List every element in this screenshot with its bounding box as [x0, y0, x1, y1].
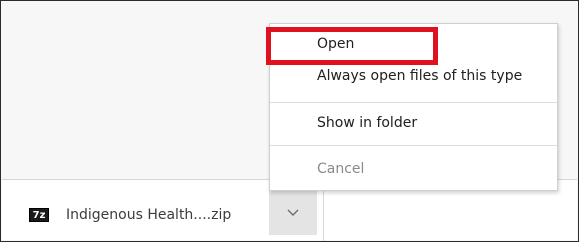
menu-item-cancel: Cancel	[317, 161, 365, 177]
menu-separator	[270, 145, 557, 146]
download-shelf-window: 7z Indigenous Health....zip Open Always …	[0, 0, 579, 242]
menu-separator	[270, 102, 557, 103]
download-item[interactable]: 7z Indigenous Health....zip	[29, 197, 231, 233]
chevron-down-icon	[287, 209, 299, 216]
menu-item-show-in-folder[interactable]: Show in folder	[270, 115, 557, 131]
menu-item-open[interactable]: Open	[270, 36, 557, 52]
7zip-file-icon: 7z	[29, 208, 49, 222]
download-file-name: Indigenous Health....zip	[66, 207, 232, 223]
download-context-menu: Open Always open files of this type Show…	[269, 23, 558, 191]
download-options-button[interactable]	[269, 191, 317, 235]
menu-item-always-open[interactable]: Always open files of this type	[270, 68, 557, 84]
